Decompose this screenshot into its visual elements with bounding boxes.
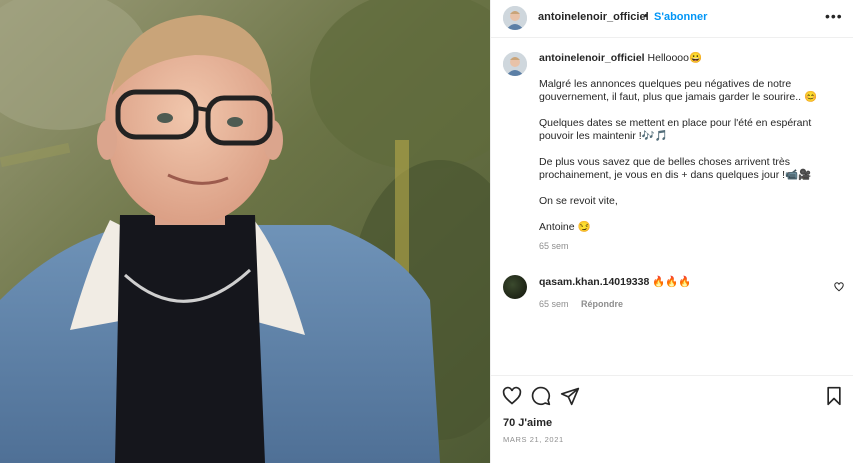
caption-line: ⠀	[539, 107, 545, 114]
caption-line: ⠀	[539, 68, 545, 75]
caption-line: ⠀	[539, 211, 545, 218]
post-date[interactable]: MARS 21, 2021	[503, 435, 564, 444]
follow-button[interactable]: S'abonner	[654, 11, 707, 23]
comment-like-heart-icon[interactable]	[834, 279, 844, 297]
bookmark-icon[interactable]	[825, 386, 843, 411]
caption-line: ⠀	[539, 146, 545, 153]
comment: qasam.khan.14019338 🔥🔥🔥	[539, 275, 691, 288]
comment-author[interactable]: qasam.khan.14019338	[539, 276, 649, 288]
heart-icon[interactable]	[502, 386, 522, 411]
author-avatar[interactable]	[503, 6, 527, 30]
caption-line: Antoine 😏	[539, 221, 591, 233]
like-count[interactable]: 70 J'aime	[503, 417, 552, 429]
commenter-avatar[interactable]	[503, 275, 527, 299]
share-icon[interactable]	[560, 386, 580, 411]
caption-line: Malgré les annonces quelques peu négativ…	[539, 78, 828, 103]
post-photo-image	[0, 0, 490, 463]
post-actions: 70 J'aime MARS 21, 2021	[491, 375, 853, 463]
comments-section: antoinelenoir_officiel Helloooo😀⠀ ⠀ Malg…	[491, 38, 853, 375]
comment-icon[interactable]	[531, 386, 551, 411]
comment-timestamp[interactable]: 65 sem	[539, 299, 569, 309]
comment-meta: 65 sem Répondre	[539, 299, 623, 309]
caption-line: De plus vous savez que de belles choses …	[539, 156, 819, 181]
more-icon[interactable]: •••	[825, 8, 843, 24]
caption-line: Quelques dates se mettent en place pour …	[539, 117, 812, 142]
caption-line: On se revoit vite,⠀	[539, 195, 626, 207]
caption-author-avatar[interactable]	[503, 52, 527, 76]
author-username[interactable]: antoinelenoir_officiel	[538, 11, 649, 23]
separator-dot: •	[644, 10, 648, 22]
post-detail-panel: antoinelenoir_officiel • S'abonner ••• a…	[490, 0, 853, 463]
caption-line: Helloooo😀⠀	[647, 52, 710, 64]
comment-text: 🔥🔥🔥	[652, 276, 692, 288]
caption-author[interactable]: antoinelenoir_officiel	[539, 52, 645, 64]
post-caption: antoinelenoir_officiel Helloooo😀⠀ ⠀ Malg…	[539, 52, 829, 253]
caption-timestamp[interactable]: 65 sem	[539, 240, 829, 253]
caption-line: ⠀	[539, 185, 545, 192]
reply-button[interactable]: Répondre	[581, 299, 623, 309]
post-header: antoinelenoir_officiel • S'abonner •••	[491, 0, 853, 38]
post-photo[interactable]	[0, 0, 490, 463]
